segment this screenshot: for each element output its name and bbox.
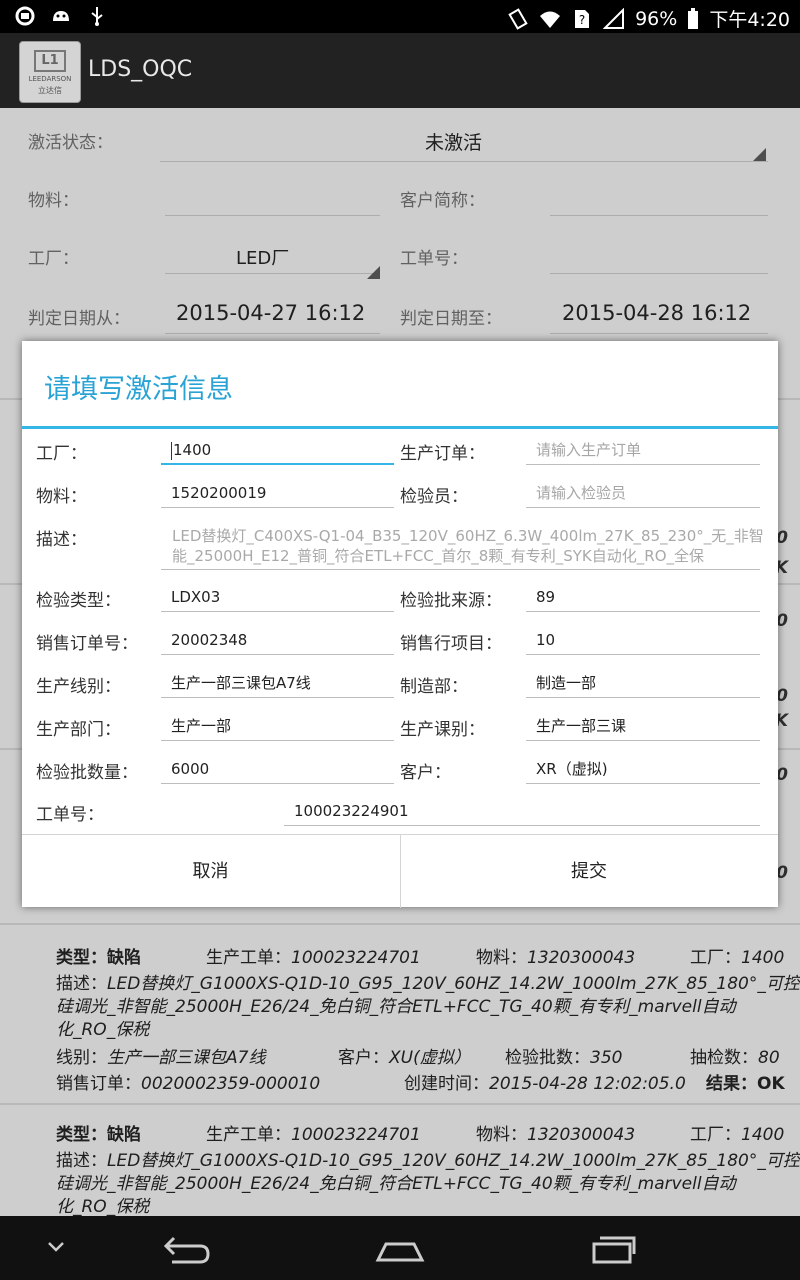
rotation-icon xyxy=(508,7,528,30)
prod-dept-label: 生产部门： xyxy=(36,720,121,740)
inspector-input[interactable]: 请输入检验员 xyxy=(526,478,760,508)
logo-text-bottom: 立达信 xyxy=(38,86,62,95)
prod-section-label: 生产课别： xyxy=(400,720,485,740)
description-line: 能_25000H_E12_普铜_符合ETL+FCC_首尔_8颗_有专利_SYK自… xyxy=(172,547,704,565)
customer-input[interactable]: XR（虚拟) xyxy=(526,754,760,784)
insp-type-label: 检验类型： xyxy=(36,591,121,611)
signal-icon xyxy=(603,7,625,29)
factory-input[interactable]: 1400 xyxy=(161,435,394,465)
dialog-title-divider xyxy=(22,426,778,429)
work-order-input[interactable]: 100023224901 xyxy=(284,796,760,826)
navigation-bar xyxy=(0,1216,800,1280)
dialog-button-bar: 取消 提交 xyxy=(22,834,778,908)
clock: 下午4:20 xyxy=(709,9,790,31)
description-label: 描述： xyxy=(36,530,87,550)
description-line: LED替换灯_C400XS-Q1-04_B35_120V_60HZ_6.3W_4… xyxy=(172,527,764,545)
description-field[interactable] xyxy=(161,568,760,570)
usb-icon xyxy=(91,7,103,26)
recents-icon[interactable] xyxy=(588,1230,640,1266)
home-icon[interactable] xyxy=(374,1230,426,1266)
factory-input-value: 1400 xyxy=(173,441,212,459)
sales-item-label: 销售行项目： xyxy=(400,634,502,654)
status-bar: ? 96% 下午4:20 xyxy=(0,0,800,33)
lot-qty-label: 检验批数量： xyxy=(36,763,138,783)
sales-order-label: 销售订单号： xyxy=(36,634,138,654)
insp-type-input[interactable]: LDX03 xyxy=(161,582,394,612)
mfg-dept-input[interactable]: 制造一部 xyxy=(526,668,760,698)
work-order-label: 工单号： xyxy=(36,805,104,825)
logo-mark-icon: L1 xyxy=(34,50,66,72)
text-cursor xyxy=(171,441,172,460)
logo-text-top: LEEDARSON xyxy=(28,75,72,83)
battery-icon xyxy=(688,7,699,29)
prod-line-input[interactable]: 生产一部三课包A7线 xyxy=(161,668,394,698)
battery-percent: 96% xyxy=(635,7,678,30)
sales-item-input[interactable]: 10 xyxy=(526,625,760,655)
prod-line-label: 生产线别： xyxy=(36,677,121,697)
app-logo[interactable]: L1 LEEDARSON 立达信 xyxy=(19,41,81,103)
prod-section-input[interactable]: 生产一部三课 xyxy=(526,711,760,741)
android-debug-icon xyxy=(53,11,69,21)
prod-order-input[interactable]: 请输入生产订单 xyxy=(526,435,760,465)
material-label: 物料： xyxy=(36,487,87,507)
app-title: LDS_OQC xyxy=(88,57,193,82)
cancel-button[interactable]: 取消 xyxy=(22,835,399,908)
customer-label: 客户： xyxy=(400,763,451,783)
sales-order-input[interactable]: 20002348 xyxy=(161,625,394,655)
lot-source-input[interactable]: 89 xyxy=(526,582,760,612)
material-input[interactable]: 1520200019 xyxy=(161,478,394,508)
inspector-label: 检验员： xyxy=(400,487,468,507)
chevron-down-icon[interactable] xyxy=(45,1240,67,1254)
dialog-title: 请填写激活信息 xyxy=(44,374,233,405)
sync-icon xyxy=(15,6,35,26)
prod-order-label: 生产订单： xyxy=(400,444,485,464)
factory-label: 工厂： xyxy=(36,444,87,464)
submit-button[interactable]: 提交 xyxy=(400,835,777,908)
svg-text:?: ? xyxy=(579,13,585,27)
wifi-icon xyxy=(540,11,561,28)
back-icon[interactable] xyxy=(160,1230,212,1266)
sim-unknown-icon: ? xyxy=(575,9,590,28)
lot-source-label: 检验批来源： xyxy=(400,591,502,611)
prod-dept-input[interactable]: 生产一部 xyxy=(161,711,394,741)
lot-qty-input[interactable]: 6000 xyxy=(161,754,394,784)
activation-dialog: 请填写激活信息 工厂： 1400 生产订单： 请输入生产订单 物料： 15202… xyxy=(22,341,778,908)
mfg-dept-label: 制造部： xyxy=(400,677,468,697)
action-bar: L1 LEEDARSON 立达信 LDS_OQC xyxy=(0,33,800,108)
